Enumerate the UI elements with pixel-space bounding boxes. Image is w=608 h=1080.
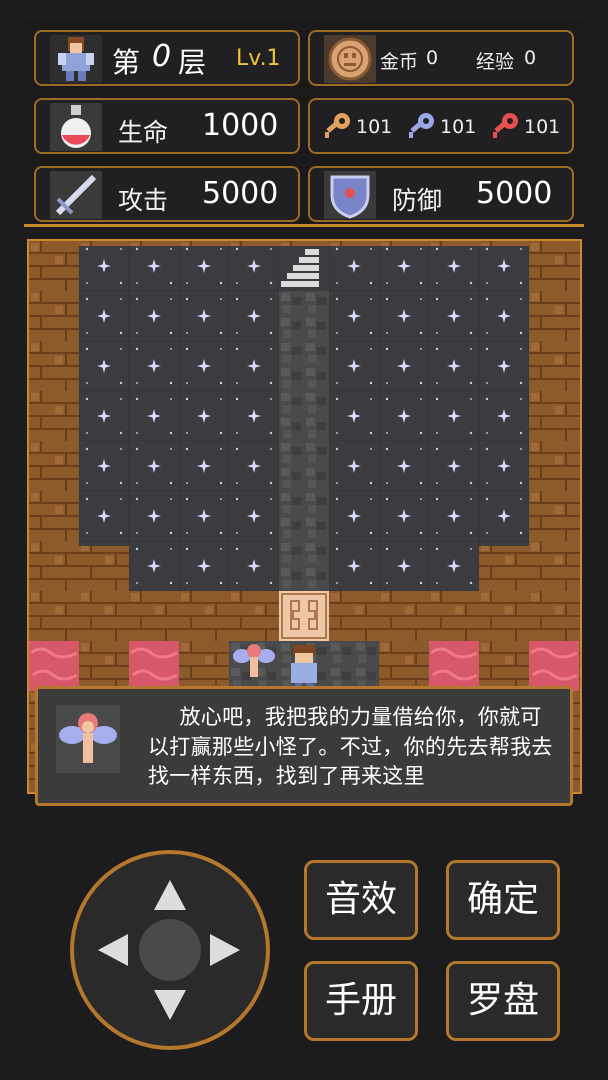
yellow-key-count: 101 bbox=[356, 116, 393, 138]
floor-prefix: 第 bbox=[112, 46, 141, 79]
red-key-count: 101 bbox=[524, 116, 561, 138]
exp-value: 0 bbox=[524, 47, 537, 69]
blue-key-icon bbox=[409, 113, 434, 138]
gold-value: 0 bbox=[426, 47, 439, 69]
floor-panel: 第 0 层 Lv.1 bbox=[34, 30, 300, 86]
dialog-box[interactable]: 放心吧，我把我的力量借给你，你就可以打赢那些小怪了。不过，你的先去帮我去找一样东… bbox=[35, 686, 573, 806]
floor-suffix: 层 bbox=[178, 46, 207, 79]
red-key-icon bbox=[493, 113, 518, 138]
stairs-up-icon[interactable] bbox=[279, 246, 329, 291]
keys-panel: 101 101 101 bbox=[308, 98, 574, 154]
potion-icon bbox=[50, 103, 102, 151]
stone-corridor bbox=[279, 246, 329, 591]
dpad-center bbox=[139, 919, 201, 981]
defense-value: 5000 bbox=[476, 176, 553, 211]
exp-label: 经验 bbox=[476, 51, 515, 73]
gold-exp-panel: 金币 0 经验 0 bbox=[308, 30, 574, 86]
lava-tile bbox=[429, 641, 479, 691]
attack-value: 5000 bbox=[202, 176, 279, 211]
gold-label: 金币 bbox=[380, 51, 419, 73]
lava-tile bbox=[29, 641, 79, 691]
up-arrow-button[interactable] bbox=[154, 880, 186, 910]
floor-number: 0 bbox=[152, 39, 172, 74]
shield-icon bbox=[324, 171, 376, 219]
attack-panel: 攻击 5000 bbox=[34, 166, 300, 222]
attack-label: 攻击 bbox=[118, 186, 169, 215]
compass-button[interactable]: 罗盘 bbox=[446, 961, 560, 1041]
status-bar: 第 0 层 Lv.1 金币 0 经验 0 生命 1000 101 101 101… bbox=[24, 20, 584, 227]
fairy-portrait-icon bbox=[56, 705, 120, 773]
confirm-button[interactable]: 确定 bbox=[446, 860, 560, 940]
hero-sprite-icon bbox=[291, 645, 317, 689]
blue-key-count: 101 bbox=[440, 116, 477, 138]
hp-label: 生命 bbox=[118, 118, 169, 147]
lava-tile bbox=[529, 641, 579, 691]
dialog-text: 放心吧，我把我的力量借给你，你就可以打赢那些小怪了。不过，你的先去帮我去找一样东… bbox=[148, 705, 553, 788]
sword-icon bbox=[50, 171, 102, 219]
manual-button[interactable]: 手册 bbox=[304, 961, 418, 1041]
hp-value: 1000 bbox=[202, 108, 279, 143]
door-icon[interactable] bbox=[279, 591, 329, 641]
right-arrow-button[interactable] bbox=[210, 934, 240, 966]
left-arrow-button[interactable] bbox=[98, 934, 128, 966]
yellow-key-icon bbox=[325, 113, 350, 138]
down-arrow-button[interactable] bbox=[154, 990, 186, 1020]
lava-tile bbox=[129, 641, 179, 691]
defense-label: 防御 bbox=[392, 186, 443, 215]
hp-panel: 生命 1000 bbox=[34, 98, 300, 154]
direction-pad[interactable] bbox=[70, 850, 270, 1050]
hero-portrait-icon bbox=[50, 35, 102, 83]
defense-panel: 防御 5000 bbox=[308, 166, 574, 222]
sound-button[interactable]: 音效 bbox=[304, 860, 418, 940]
hero-level: Lv.1 bbox=[236, 46, 281, 71]
gold-coin-icon bbox=[324, 35, 376, 83]
